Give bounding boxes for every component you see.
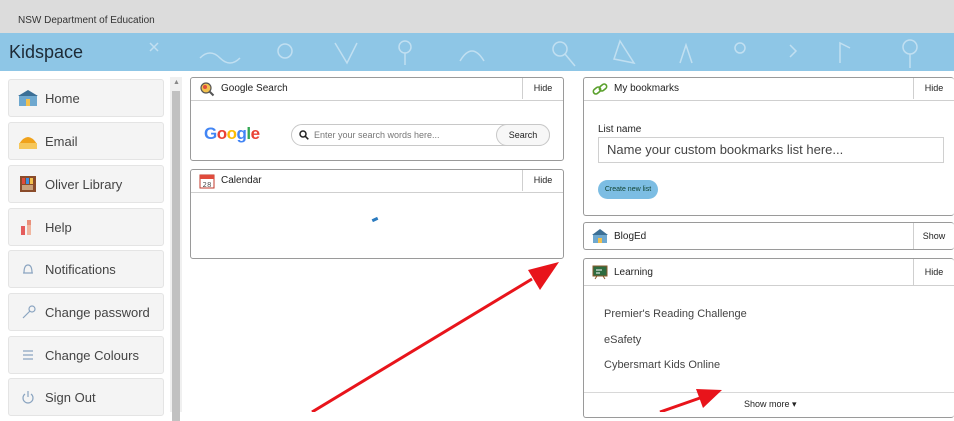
site-title[interactable]: Kidspace xyxy=(9,42,83,63)
sidebar-item-label: Oliver Library xyxy=(45,177,123,192)
power-icon xyxy=(22,391,34,404)
widget-header: Learning Hide xyxy=(584,259,954,286)
widget-title: BlogEd xyxy=(614,231,647,242)
divider xyxy=(584,392,954,393)
scroll-up-icon[interactable]: ▲ xyxy=(173,79,180,86)
sidebar-nav: Home Email Oliver Library Help Notificat… xyxy=(0,77,166,416)
loading-spinner-icon xyxy=(371,216,379,223)
list-name-label: List name xyxy=(598,124,642,135)
sidebar-item-email[interactable]: Email xyxy=(8,122,164,160)
create-new-list-button[interactable]: Create new list xyxy=(598,180,658,199)
show-toggle-button[interactable]: Show xyxy=(913,223,954,249)
learning-widget: Learning Hide Premier's Reading Challeng… xyxy=(583,258,954,418)
sidebar-item-oliver-library[interactable]: Oliver Library xyxy=(8,165,164,203)
sidebar-item-home[interactable]: Home xyxy=(8,79,164,117)
search-button[interactable]: Search xyxy=(496,124,550,146)
bookmarks-widget: My bookmarks Hide List name Name your cu… xyxy=(583,77,954,216)
sidebar-item-label: Help xyxy=(45,220,72,235)
sidebar-item-label: Sign Out xyxy=(45,390,96,405)
calendar-widget: 28 Calendar Hide xyxy=(190,169,564,259)
chain-link-icon xyxy=(592,83,608,95)
hide-toggle-button[interactable]: Hide xyxy=(913,259,954,285)
search-placeholder: Enter your search words here... xyxy=(314,130,440,140)
sidebar-item-change-colours[interactable]: Change Colours xyxy=(8,336,164,374)
widget-title: Calendar xyxy=(221,175,262,186)
sidebar-item-sign-out[interactable]: Sign Out xyxy=(8,378,164,416)
org-name: NSW Department of Education xyxy=(18,15,155,26)
list-name-field[interactable]: Name your custom bookmarks list here... xyxy=(598,137,944,163)
sidebar-item-notifications[interactable]: Notifications xyxy=(8,250,164,288)
arrow-to-calendar xyxy=(311,262,559,412)
show-more-button[interactable]: Show more ▾ xyxy=(744,399,797,410)
sidebar-item-label: Change password xyxy=(45,305,150,320)
google-search-widget: Google Search Hide Google Enter your sea… xyxy=(190,77,564,161)
key-icon xyxy=(22,305,36,319)
library-icon xyxy=(20,176,36,192)
google-logo: Google xyxy=(204,124,260,143)
site-banner: Kidspace xyxy=(0,33,954,71)
sidebar-scrollbar[interactable]: ▲ xyxy=(170,77,182,421)
hide-toggle-button[interactable]: Hide xyxy=(522,170,563,191)
learning-link-esafety[interactable]: eSafety xyxy=(604,334,641,346)
widget-title: My bookmarks xyxy=(614,83,680,94)
magnifier-icon xyxy=(200,82,215,97)
sidebar-item-label: Home xyxy=(45,91,80,106)
bell-icon xyxy=(23,264,33,274)
sidebar-item-change-password[interactable]: Change password xyxy=(8,293,164,331)
calendar-icon: 28 xyxy=(199,174,215,189)
widget-header: Google Search Hide xyxy=(191,78,563,101)
school-icon xyxy=(592,229,608,243)
widget-header: My bookmarks Hide xyxy=(584,78,954,101)
search-input[interactable]: Enter your search words here... Search xyxy=(291,124,550,146)
hide-toggle-button[interactable]: Hide xyxy=(522,78,563,99)
widget-title: Google Search xyxy=(221,83,288,94)
sidebar-item-label: Notifications xyxy=(45,262,116,277)
learning-link-cybersmart-kids-online[interactable]: Cybersmart Kids Online xyxy=(604,359,720,371)
svg-text:28: 28 xyxy=(203,181,212,189)
top-bar: NSW Department of Education xyxy=(0,0,954,33)
scroll-thumb[interactable] xyxy=(172,91,180,421)
sidebar-item-label: Change Colours xyxy=(45,348,139,363)
learning-link-premiers-reading-challenge[interactable]: Premier's Reading Challenge xyxy=(604,308,747,320)
search-icon xyxy=(299,130,309,140)
list-icon xyxy=(23,350,33,360)
sidebar-item-help[interactable]: Help xyxy=(8,208,164,246)
hide-toggle-button[interactable]: Hide xyxy=(913,78,954,99)
bloged-widget: BlogEd Show xyxy=(583,222,954,250)
mail-icon xyxy=(19,137,37,149)
help-icon xyxy=(21,220,31,235)
widget-header: 28 Calendar Hide xyxy=(191,170,563,193)
sidebar-item-label: Email xyxy=(45,134,78,149)
widget-header: BlogEd Show xyxy=(584,223,954,249)
banner-doodles-icon xyxy=(149,39,918,68)
school-icon xyxy=(18,90,38,106)
widget-title: Learning xyxy=(614,267,653,278)
chalkboard-icon xyxy=(592,265,608,280)
